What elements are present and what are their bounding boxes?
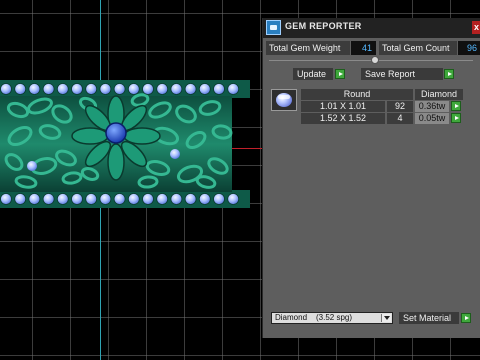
gem-reporter-panel: GEM REPORTER x Total Gem Weight 41 Total… <box>262 18 480 338</box>
accent-gem <box>227 193 240 205</box>
accent-gem <box>142 83 154 95</box>
column-header-material: Diamond <box>415 89 463 100</box>
material-spg: (3.52 spg) <box>316 313 353 322</box>
close-icon[interactable]: x <box>472 21 480 34</box>
accent-gem <box>85 83 98 95</box>
accent-gem <box>156 83 169 95</box>
total-gem-weight-value: 41 <box>351 41 376 55</box>
row2-select-icon[interactable] <box>451 113 461 123</box>
side-gem <box>27 161 37 171</box>
accent-gem <box>198 193 211 205</box>
accent-gem <box>113 193 126 205</box>
ring-model[interactable] <box>0 70 250 215</box>
accent-gem <box>198 83 211 95</box>
accent-gem <box>113 83 126 95</box>
accent-gem <box>127 193 140 205</box>
accent-gem <box>42 193 55 205</box>
update-play-icon[interactable] <box>335 69 345 79</box>
column-header-shape: Round <box>301 89 413 100</box>
slider-knob[interactable] <box>371 56 379 64</box>
total-gem-weight-label: Total Gem Weight <box>266 41 350 55</box>
accent-gem <box>99 193 112 205</box>
accent-gem <box>42 83 55 95</box>
save-report-button[interactable]: Save Report <box>361 68 443 80</box>
accent-gem <box>14 193 27 205</box>
gem-reporter-logo-icon <box>266 20 281 35</box>
total-gem-count-value: 96 <box>458 41 480 55</box>
row2-size: 1.52 X 1.52 <box>301 113 385 124</box>
accent-gem <box>14 83 27 95</box>
accent-gem <box>184 193 197 205</box>
row1-count: 92 <box>387 101 413 112</box>
row2-weight: 0.05tw <box>415 113 449 124</box>
accent-gem <box>56 193 69 205</box>
set-material-button[interactable]: Set Material <box>399 312 459 324</box>
accent-gem <box>28 83 41 95</box>
row1-size: 1.01 X 1.01 <box>301 101 385 112</box>
save-report-label: Save Report <box>365 69 416 79</box>
row2-count: 4 <box>387 113 413 124</box>
chevron-down-icon[interactable] <box>381 314 391 322</box>
center-gem <box>105 122 127 144</box>
set-material-play-icon[interactable] <box>461 313 471 323</box>
accent-gem <box>213 193 225 205</box>
accent-gem <box>156 193 169 205</box>
accent-gem <box>0 193 12 205</box>
accent-gem <box>0 83 12 95</box>
update-button[interactable]: Update <box>293 68 333 80</box>
side-gem <box>170 149 180 159</box>
panel-titlebar[interactable]: GEM REPORTER x <box>263 18 480 38</box>
material-select[interactable]: Diamond (3.52 spg) <box>271 312 393 324</box>
accent-gem <box>28 193 41 205</box>
row1-weight: 0.36tw <box>415 101 449 112</box>
accent-gem <box>99 83 112 95</box>
accent-gem <box>227 83 240 95</box>
bottom-gem-row <box>0 193 240 205</box>
material-name: Diamond <box>275 313 308 322</box>
panel-title: GEM REPORTER <box>285 21 362 31</box>
accent-gem <box>142 193 154 205</box>
accent-gem <box>170 193 183 205</box>
gem-thumbnail <box>271 89 297 111</box>
top-gem-row <box>0 83 240 95</box>
accent-gem <box>56 83 69 95</box>
accent-gem <box>213 83 225 95</box>
update-label: Update <box>297 69 327 79</box>
row1-select-icon[interactable] <box>451 101 461 111</box>
total-gem-count-label: Total Gem Count <box>379 41 457 55</box>
accent-gem <box>85 193 98 205</box>
save-report-play-icon[interactable] <box>444 69 454 79</box>
set-material-label: Set Material <box>403 313 452 323</box>
accent-gem <box>170 83 183 95</box>
round-gem-icon <box>276 93 292 107</box>
accent-gem <box>184 83 197 95</box>
accent-gem <box>71 83 83 95</box>
accent-gem <box>127 83 140 95</box>
accent-gem <box>71 193 83 205</box>
